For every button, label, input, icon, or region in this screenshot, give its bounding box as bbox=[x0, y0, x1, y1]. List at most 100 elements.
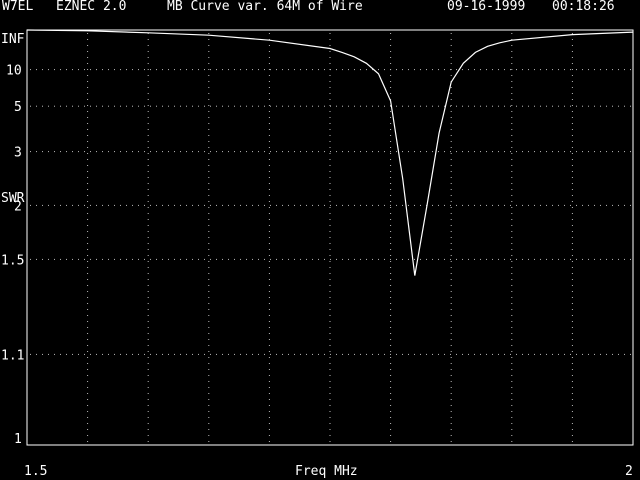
grid-dot bbox=[268, 333, 270, 334]
grid-dot bbox=[294, 105, 295, 107]
grid-dot bbox=[147, 81, 149, 82]
grid-dot bbox=[511, 45, 513, 46]
grid-dot bbox=[390, 204, 391, 206]
grid-dot bbox=[600, 69, 601, 71]
grid-dot bbox=[329, 51, 331, 52]
grid-dot bbox=[450, 261, 452, 262]
grid-dot bbox=[240, 69, 241, 71]
grid-dot bbox=[414, 69, 415, 71]
grid-dot bbox=[384, 353, 385, 355]
grid-dot bbox=[571, 153, 573, 154]
grid-dot bbox=[329, 81, 331, 82]
grid-dot bbox=[390, 417, 392, 418]
grid-dot bbox=[571, 399, 573, 400]
grid-dot bbox=[147, 273, 149, 274]
grid-dot bbox=[87, 267, 89, 268]
grid-dot bbox=[208, 441, 210, 442]
grid-dot bbox=[42, 258, 43, 260]
grid-dot bbox=[168, 69, 169, 71]
x-tick-label: 2 bbox=[625, 464, 633, 479]
grid-dot bbox=[582, 105, 583, 107]
grid-dot bbox=[408, 353, 409, 355]
grid-dot bbox=[147, 39, 149, 40]
grid-dot bbox=[204, 258, 205, 260]
grid-dot bbox=[329, 177, 331, 178]
grid-dot bbox=[268, 363, 270, 364]
grid-dot bbox=[318, 353, 319, 355]
grid-dot bbox=[571, 69, 573, 70]
grid-dot bbox=[390, 363, 392, 364]
grid-dot bbox=[87, 195, 89, 196]
grid-dot bbox=[30, 105, 31, 107]
grid-dot bbox=[474, 258, 475, 260]
grid-dot bbox=[606, 105, 607, 107]
grid-dot bbox=[571, 135, 573, 136]
grid-dot bbox=[329, 207, 331, 208]
grid-dot bbox=[571, 279, 573, 280]
grid-dot bbox=[208, 345, 210, 346]
grid-dot bbox=[180, 69, 181, 71]
grid-dot bbox=[228, 69, 229, 71]
grid-dot bbox=[208, 231, 210, 232]
grid-dot bbox=[576, 353, 577, 355]
grid-dot bbox=[87, 279, 89, 280]
grid-dot bbox=[90, 258, 91, 260]
grid-dot bbox=[511, 123, 513, 124]
grid-dot bbox=[87, 129, 89, 130]
grid-dot bbox=[268, 411, 270, 412]
grid-dot bbox=[336, 105, 337, 107]
grid-dot bbox=[630, 69, 631, 71]
grid-dot bbox=[571, 291, 573, 292]
grid-dot bbox=[432, 204, 433, 206]
grid-dot bbox=[571, 171, 573, 172]
grid-dot bbox=[60, 69, 61, 71]
grid-dot bbox=[450, 345, 452, 346]
grid-dot bbox=[570, 204, 571, 206]
grid-dot bbox=[78, 105, 79, 107]
grid-dot bbox=[571, 237, 573, 238]
grid-dot bbox=[571, 297, 573, 298]
grid-dot bbox=[511, 393, 513, 394]
grid-dot bbox=[234, 258, 235, 260]
grid-dot bbox=[329, 213, 331, 214]
grid-dot bbox=[329, 87, 331, 88]
grid-dot bbox=[426, 69, 427, 71]
grid-dot bbox=[208, 429, 210, 430]
grid-dot bbox=[87, 303, 89, 304]
grid-dot bbox=[147, 129, 149, 130]
grid-dot bbox=[450, 333, 452, 334]
grid-dot bbox=[208, 327, 210, 328]
grid-dot bbox=[420, 105, 421, 107]
grid-dot bbox=[66, 105, 67, 107]
grid-dot bbox=[624, 353, 625, 355]
grid-dot bbox=[450, 147, 452, 148]
y-tick-label: INF bbox=[1, 32, 25, 47]
grid-dot bbox=[492, 105, 493, 107]
grid-dot bbox=[462, 151, 463, 153]
grid-dot bbox=[468, 105, 469, 107]
grid-dot bbox=[571, 357, 573, 358]
grid-dot bbox=[208, 189, 210, 190]
grid-dot bbox=[87, 321, 89, 322]
grid-dot bbox=[408, 105, 409, 107]
grid-dot bbox=[571, 159, 573, 160]
grid-dot bbox=[208, 129, 210, 130]
grid-dot bbox=[390, 201, 392, 202]
grid-dot bbox=[450, 39, 452, 40]
grid-dot bbox=[268, 135, 270, 136]
grid-dot bbox=[268, 417, 270, 418]
grid-dot bbox=[294, 258, 295, 260]
grid-dot bbox=[576, 258, 577, 260]
grid-dot bbox=[268, 435, 270, 436]
grid-dot bbox=[312, 151, 313, 153]
grid-dot bbox=[390, 87, 392, 88]
grid-dot bbox=[87, 159, 89, 160]
grid-dot bbox=[87, 93, 89, 94]
grid-dot bbox=[48, 353, 49, 355]
grid-dot bbox=[147, 219, 149, 220]
grid-dot bbox=[87, 411, 89, 412]
grid-dot bbox=[208, 423, 210, 424]
grid-dot bbox=[147, 297, 149, 298]
grid-dot bbox=[511, 237, 513, 238]
grid-dot bbox=[147, 345, 149, 346]
